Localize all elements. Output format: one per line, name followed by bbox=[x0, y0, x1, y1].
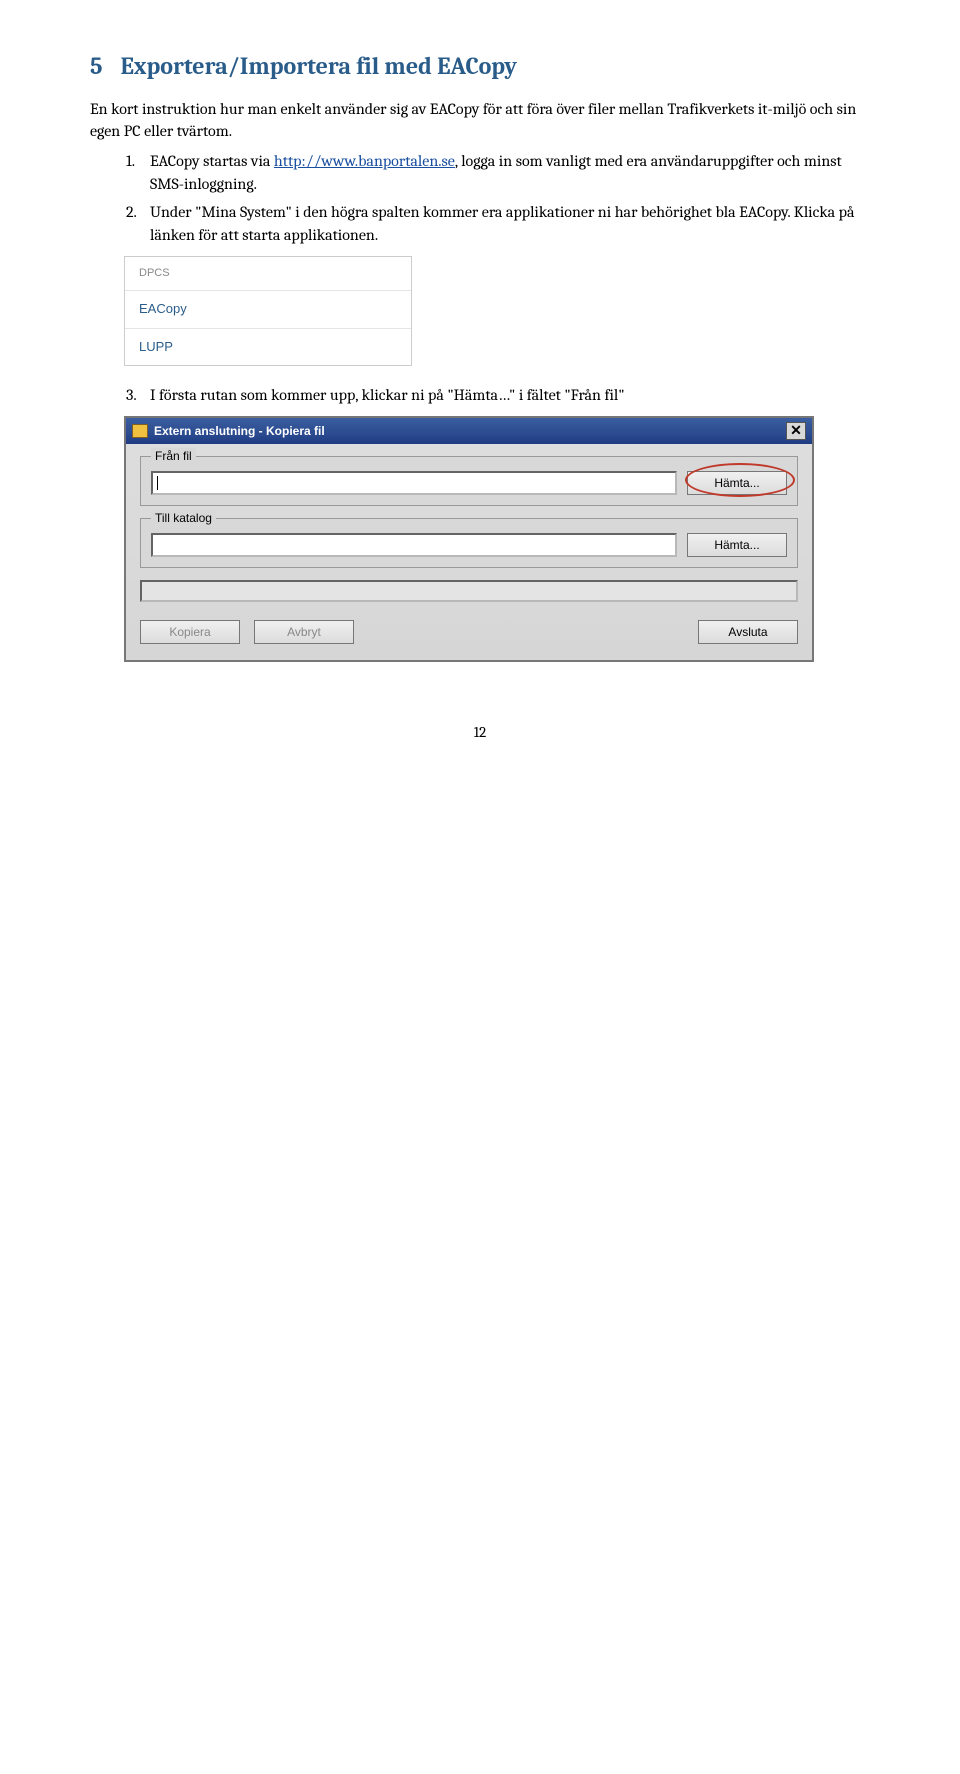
list-item: DPCS bbox=[125, 256, 411, 290]
group-legend: Från fil bbox=[151, 448, 196, 465]
exit-button[interactable]: Avsluta bbox=[698, 620, 798, 644]
progress-bar bbox=[140, 580, 798, 602]
dialog-titlebar: Extern anslutning - Kopiera fil ✕ bbox=[126, 418, 812, 444]
from-file-input[interactable] bbox=[151, 471, 677, 495]
copy-button[interactable]: Kopiera bbox=[140, 620, 240, 644]
close-icon: ✕ bbox=[790, 421, 802, 441]
close-button[interactable]: ✕ bbox=[786, 422, 806, 440]
to-folder-input[interactable] bbox=[151, 533, 677, 557]
group-from-file: Från fil Hämta... bbox=[140, 456, 798, 506]
step-3: 3. I första rutan som kommer upp, klicka… bbox=[126, 384, 870, 406]
page-number: 12 bbox=[90, 722, 870, 743]
dialog-extern-anslutning: Extern anslutning - Kopiera fil ✕ Från f… bbox=[124, 416, 814, 662]
from-file-browse-button[interactable]: Hämta... bbox=[687, 471, 787, 495]
text-cursor bbox=[157, 476, 158, 490]
step-text: Under "Mina System" i den högra spalten … bbox=[150, 201, 870, 246]
heading-title: Exportera/Importera fil med EACopy bbox=[120, 52, 517, 80]
step-text: I första rutan som kommer upp, klickar n… bbox=[150, 384, 870, 406]
group-to-folder: Till katalog Hämta... bbox=[140, 518, 798, 568]
list-item-eacopy[interactable]: EACopy bbox=[125, 290, 411, 327]
banportalen-link[interactable]: http://www.banportalen.se bbox=[274, 152, 455, 170]
step-number: 3. bbox=[126, 384, 150, 406]
dialog-icon bbox=[132, 424, 148, 438]
step-number: 2. bbox=[126, 201, 150, 246]
step-2: 2. Under "Mina System" i den högra spalt… bbox=[126, 201, 870, 246]
step-1-pre: EACopy startas via bbox=[150, 152, 274, 170]
heading-number: 5 bbox=[90, 52, 102, 80]
intro-paragraph: En kort instruktion hur man enkelt använ… bbox=[90, 98, 870, 143]
cancel-button[interactable]: Avbryt bbox=[254, 620, 354, 644]
section-heading: 5 Exportera/Importera fil med EACopy bbox=[90, 50, 870, 84]
dialog-title-text: Extern anslutning - Kopiera fil bbox=[154, 423, 325, 440]
step-1: 1. EACopy startas via http://www.banport… bbox=[126, 150, 870, 195]
step-text: EACopy startas via http://www.banportale… bbox=[150, 150, 870, 195]
step-number: 1. bbox=[126, 150, 150, 195]
list-item: LUPP bbox=[125, 328, 411, 365]
system-list-screenshot: DPCS EACopy LUPP bbox=[124, 256, 412, 366]
group-legend: Till katalog bbox=[151, 510, 216, 527]
to-folder-browse-button[interactable]: Hämta... bbox=[687, 533, 787, 557]
